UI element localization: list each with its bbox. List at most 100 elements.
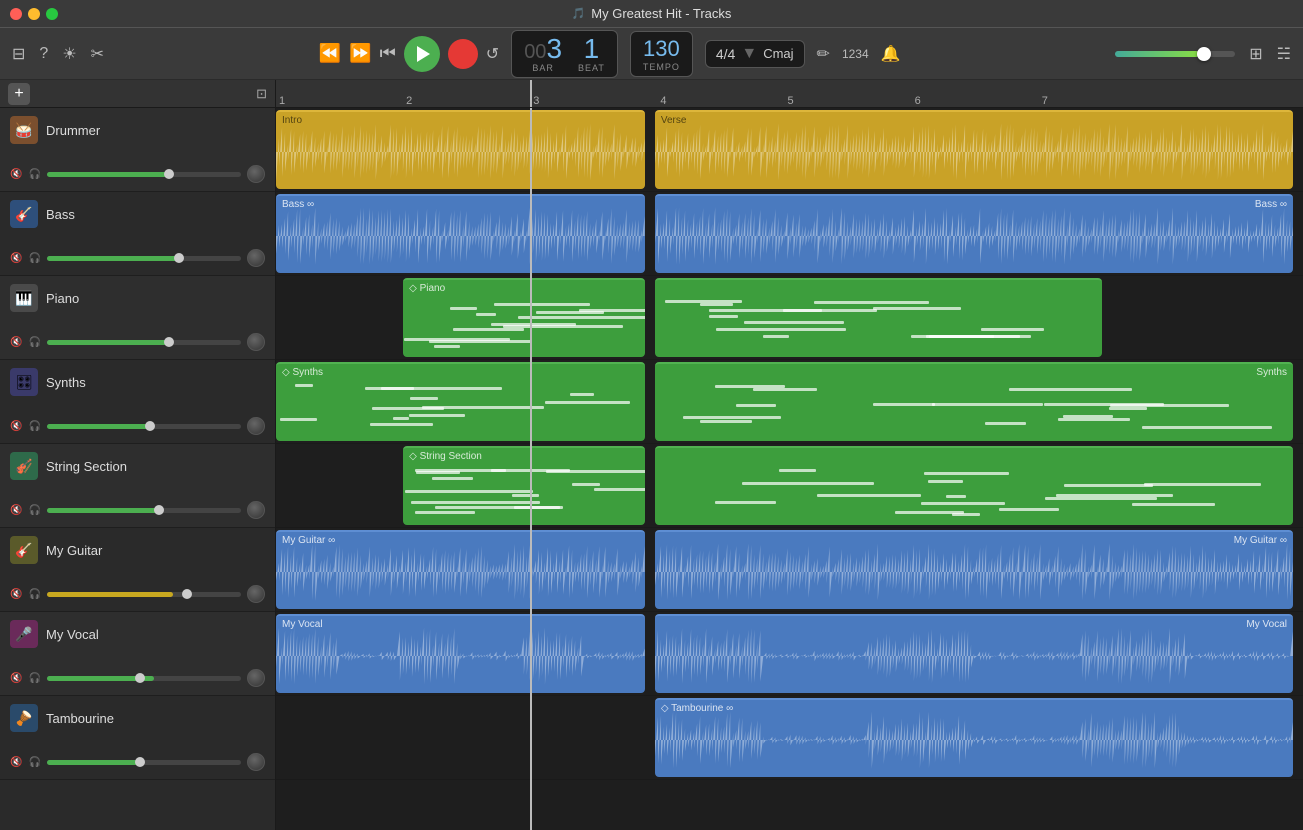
track-icon: 🎤 [10,620,38,648]
track-fader[interactable] [47,424,241,429]
clip[interactable]: ◇ Piano [403,278,645,357]
headphones-button[interactable]: 🎧 [28,169,40,180]
master-volume-slider[interactable] [1115,51,1235,57]
track-fader[interactable] [47,256,241,261]
pan-knob[interactable] [247,585,265,603]
maximize-button[interactable] [46,8,58,20]
track-item-piano: 🎹 Piano 🔇 🎧 [0,276,275,360]
waveform-svg [276,196,645,273]
close-button[interactable] [10,8,22,20]
track-row-0[interactable]: IntroVerse [276,108,1303,192]
mute-button[interactable]: 🔇 [10,253,22,264]
clip[interactable]: Synths [655,362,1293,441]
pan-knob[interactable] [247,333,265,351]
tempo-display[interactable]: 130 TEMPO [630,31,693,77]
mute-button[interactable]: 🔇 [10,505,22,516]
track-row-5[interactable]: My Guitar ∞ My Guitar ∞ [276,528,1303,612]
clip[interactable]: Verse [655,110,1293,189]
track-fader[interactable] [47,340,241,345]
pan-knob[interactable] [247,417,265,435]
headphones-button[interactable]: 🎧 [28,589,40,600]
track-icon: 🎛 [10,368,38,396]
clip[interactable]: ◇ Synths [276,362,645,441]
clip[interactable]: ◇ String Section [403,446,645,525]
clip[interactable]: Bass ∞ [655,194,1293,273]
mute-button[interactable]: 🔇 [10,589,22,600]
pan-knob[interactable] [247,249,265,267]
tracks-canvas: IntroVerseBass ∞Bass ∞◇ Piano ◇ Synths Syn… [276,108,1303,830]
clip[interactable]: My Guitar ∞ [276,530,645,609]
track-item-synths: 🎛 Synths 🔇 🎧 [0,360,275,444]
track-list-options[interactable]: ⊡ [256,86,267,102]
time-signature-display[interactable]: 4/4 ▼ Cmaj [705,40,805,68]
loop-button[interactable]: ↺ [486,44,499,64]
beat-display: 1 BEAT [578,35,605,73]
toolbar-center: ⏪ ⏩ ⏮ ↺ 003 BAR 1 BEAT 130 TEMPO 4/4 [120,30,1099,78]
pan-knob[interactable] [247,165,265,183]
mute-button[interactable]: 🔇 [10,757,22,768]
clip-label: My Guitar ∞ [282,535,335,546]
to-start-button[interactable]: ⏮ [380,43,396,64]
tuner-icon[interactable]: 1234 [842,47,869,61]
track-row-6[interactable]: My VocalMy Vocal [276,612,1303,696]
track-fader[interactable] [47,508,241,513]
help-icon[interactable]: ? [39,45,48,63]
headphones-button[interactable]: 🎧 [28,673,40,684]
mute-button[interactable]: 🔇 [10,673,22,684]
clip[interactable]: My Vocal [276,614,645,693]
headphones-button[interactable]: 🎧 [28,337,40,348]
pencil-icon[interactable]: ✏ [817,44,830,64]
pan-knob[interactable] [247,753,265,771]
record-button[interactable] [448,39,478,69]
track-fader[interactable] [47,760,241,765]
pan-knob[interactable] [247,501,265,519]
editor-icon[interactable]: ☵ [1277,44,1291,64]
headphones-button[interactable]: 🎧 [28,253,40,264]
track-fader[interactable] [47,676,241,681]
track-name-row: 🥁 Drummer [10,116,265,144]
midi-lines [276,376,645,441]
timeline-area: 1234567 IntroVerseBass ∞Bass ∞◇ Piano◇ S… [276,80,1303,830]
pan-knob[interactable] [247,669,265,687]
track-icon: 🎻 [10,452,38,480]
clip[interactable] [655,446,1293,525]
track-row-4[interactable]: ◇ String Section [276,444,1303,528]
waveform-svg [655,616,1293,693]
smartcontrols-icon[interactable]: ☀ [62,44,76,64]
waveform-svg [276,616,645,693]
clip[interactable]: My Guitar ∞ [655,530,1293,609]
track-row-1[interactable]: Bass ∞Bass ∞ [276,192,1303,276]
clip[interactable]: Bass ∞ [276,194,645,273]
clip[interactable]: Intro [276,110,645,189]
library-icon[interactable]: ⊟ [12,44,25,64]
headphones-button[interactable]: 🎧 [28,757,40,768]
bar-display: 003 BAR [524,35,562,73]
track-controls: 🔇 🎧 [10,249,265,267]
track-fader[interactable] [47,172,241,177]
minimize-button[interactable] [28,8,40,20]
clip[interactable]: My Vocal [655,614,1293,693]
fast-forward-button[interactable]: ⏩ [349,43,371,64]
clip-label: ◇ Synths [282,367,323,378]
add-track-button[interactable]: + [8,83,30,105]
mute-button[interactable]: 🔇 [10,337,22,348]
track-fader[interactable] [47,592,241,597]
play-button[interactable] [404,36,440,72]
track-row-2[interactable]: ◇ Piano [276,276,1303,360]
clip[interactable]: ◇ Tambourine ∞ [655,698,1293,777]
metronome-icon[interactable]: 🔔 [881,44,901,64]
clip[interactable] [655,278,1102,357]
track-row-7[interactable]: ◇ Tambourine ∞ [276,696,1303,780]
mixer-icon[interactable]: ⊞ [1249,44,1262,64]
clip-label: Synths [1256,367,1287,378]
track-controls: 🔇 🎧 [10,333,265,351]
ruler-number: 1 [276,95,285,107]
track-row-3[interactable]: ◇ Synths Synths [276,360,1303,444]
scissors-icon[interactable]: ✂ [91,44,104,64]
volume-thumb[interactable] [1197,47,1211,61]
headphones-button[interactable]: 🎧 [28,421,40,432]
rewind-button[interactable]: ⏪ [319,43,341,64]
mute-button[interactable]: 🔇 [10,421,22,432]
mute-button[interactable]: 🔇 [10,169,22,180]
headphones-button[interactable]: 🎧 [28,505,40,516]
